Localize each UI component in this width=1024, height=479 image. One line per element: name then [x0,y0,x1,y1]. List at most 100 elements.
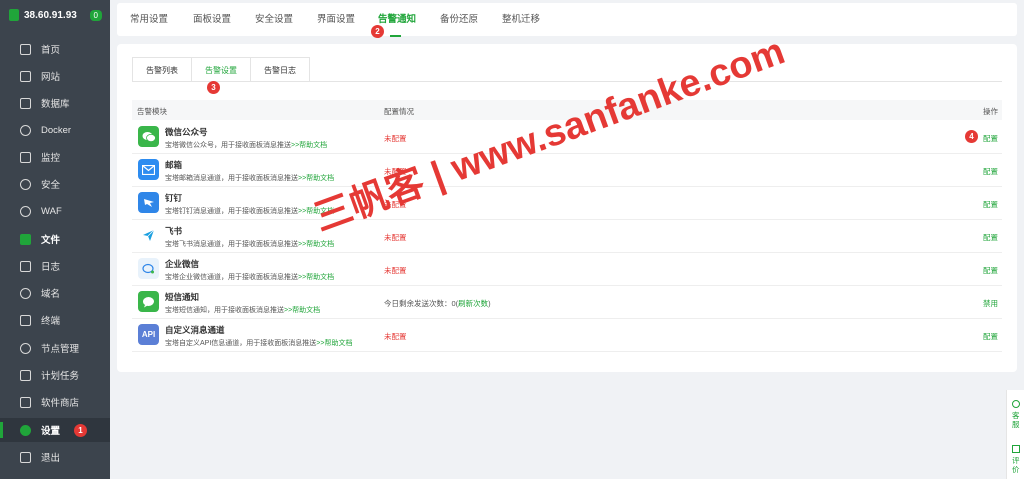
settings-icon [20,424,31,436]
sidebar-item-label: 退出 [41,453,61,464]
annotation-marker-4: 4 [965,130,978,143]
wecom-icon [138,258,159,279]
status-text: 未配置 [384,332,407,341]
sidebar-item-website[interactable]: 网站 [0,64,110,88]
tab-security[interactable]: 安全设置 [255,3,293,36]
customer-service-button[interactable]: 客服 [1012,411,1021,429]
configure-button[interactable]: 配置 [983,232,998,243]
configure-button[interactable]: 配置 [983,265,998,276]
help-link[interactable]: >>帮助文档 [298,241,334,248]
sidebar-item-label: 日志 [41,262,61,273]
disable-button[interactable]: 禁用 [983,298,998,309]
active-indicator [0,422,3,438]
sidebar-item-label: 设置 [41,426,61,437]
subtab-alert-list[interactable]: 告警列表 [132,57,192,82]
alert-subtabs: 告警列表 告警设置 告警日志 [132,57,310,82]
table-row: 企业微信 宝塔企业微信通道，用于接收面板消息推送>>帮助文档 未配置 配置 [132,253,1002,286]
configure-button[interactable]: 配置 [983,331,998,342]
configure-button[interactable]: 配置 [983,199,998,210]
sidebar-item-home[interactable]: 首页 [0,37,110,61]
header-action: 操作 [983,107,998,116]
help-link[interactable]: >>帮助文档 [316,340,352,347]
calendar-icon [20,369,31,381]
terminal-icon [20,314,31,326]
sidebar-item-label: Docker [41,124,72,136]
tab-backup[interactable]: 备份还原 [440,3,478,36]
header-status: 配置情况 [384,107,414,116]
sidebar-item-logs[interactable]: 日志 [0,254,110,278]
sidebar-item-monitor[interactable]: 监控 [0,145,110,169]
alert-settings-panel: 告警列表 告警设置 告警日志 3 告警模块 配置情况 操作 微信公众号 宝塔微信… [117,44,1017,372]
sidebar-item-cron[interactable]: 计划任务 [0,363,110,387]
refresh-quota-link[interactable]: 刷新次数 [458,299,488,308]
annotation-marker-3: 3 [207,81,220,94]
folder-icon [20,233,31,245]
logout-icon [20,451,31,463]
sidebar-item-security[interactable]: 安全 [0,172,110,196]
desc-text: 宝塔企业微信通道，用于接收面板消息推送 [165,274,298,281]
tab-panel[interactable]: 面板设置 [193,3,231,36]
module-desc: 宝塔飞书消息通道，用于接收面板消息推送>>帮助文档 [165,239,334,249]
tab-general[interactable]: 常用设置 [130,3,168,36]
store-icon [20,396,31,408]
help-link[interactable]: >>帮助文档 [298,274,334,281]
sidebar-item-terminal[interactable]: 终端 [0,308,110,332]
server-badge: 0 [89,9,102,21]
sidebar-item-label: 节点管理 [41,344,80,355]
tab-interface[interactable]: 界面设置 [317,3,355,36]
tab-migration[interactable]: 整机迁移 [502,3,540,36]
monitor-icon [20,151,31,163]
sidebar-item-logout[interactable]: 退出 [0,445,110,469]
module-desc: 宝塔微信公众号，用于接收面板消息推送>>帮助文档 [165,140,327,150]
sidebar-item-label: 软件商店 [41,398,80,409]
database-icon [20,97,31,109]
module-name: 企业微信 [165,259,200,269]
website-icon [20,70,31,82]
configure-button[interactable]: 配置 [983,133,998,144]
edit-icon [1012,445,1020,453]
help-link[interactable]: >>帮助文档 [284,307,320,314]
desc-text: 宝塔短信通知，用于接收面板消息推送 [165,307,284,314]
sidebar-item-label: 首页 [41,45,61,56]
help-link[interactable]: >>帮助文档 [291,142,327,149]
subtab-divider [132,81,1002,82]
tab-active-underline [390,35,401,37]
sidebar-item-docker[interactable]: Docker [0,118,110,142]
feishu-icon [138,225,159,246]
annotation-marker-1: 1 [74,423,88,437]
module-desc: 宝塔短信通知，用于接收面板消息推送>>帮助文档 [165,305,320,315]
sidebar-item-settings[interactable]: 设置 1 [0,418,110,442]
waf-icon [20,205,31,217]
status-text: 未配置 [384,266,407,275]
desc-text: 宝塔微信公众号，用于接收面板消息推送 [165,142,291,149]
configure-button[interactable]: 配置 [983,166,998,177]
sidebar-item-label: 终端 [41,316,61,327]
module-name: 短信通知 [165,292,200,302]
sidebar-item-waf[interactable]: WAF [0,199,110,223]
api-icon: API [138,324,159,345]
sidebar-item-label: 数据库 [41,99,70,110]
module-name: 微信公众号 [165,127,208,137]
sidebar-item-label: 域名 [41,289,61,300]
module-name: 自定义消息通道 [165,325,225,335]
quota-close: ) [488,299,491,308]
sidebar-item-database[interactable]: 数据库 [0,91,110,115]
header-module: 告警模块 [137,107,167,116]
subtab-alert-logs[interactable]: 告警日志 [250,57,310,82]
subtab-alert-settings[interactable]: 告警设置 [191,57,251,82]
headset-icon [1012,400,1020,408]
sidebar-item-domain[interactable]: 域名 [0,281,110,305]
sidebar-item-label: WAF [41,205,62,217]
home-icon [20,43,31,55]
sidebar-item-store[interactable]: 软件商店 [0,390,110,414]
desc-text: 宝塔钉钉消息通道，用于接收面板消息推送 [165,208,298,215]
sidebar-item-label: 监控 [41,153,61,164]
sidebar-item-label: 文件 [41,235,61,246]
table-row: API 自定义消息通道 宝塔自定义API信息通道，用于接收面板消息推送>>帮助文… [132,319,1002,352]
desc-text: 宝塔自定义API信息通道，用于接收面板消息推送 [165,340,317,347]
sidebar-item-files[interactable]: 文件 [0,227,110,251]
sidebar-item-nodes[interactable]: 节点管理 [0,336,110,360]
server-icon [9,9,19,21]
review-button[interactable]: 评价 [1012,456,1021,474]
dingtalk-icon [138,192,159,213]
